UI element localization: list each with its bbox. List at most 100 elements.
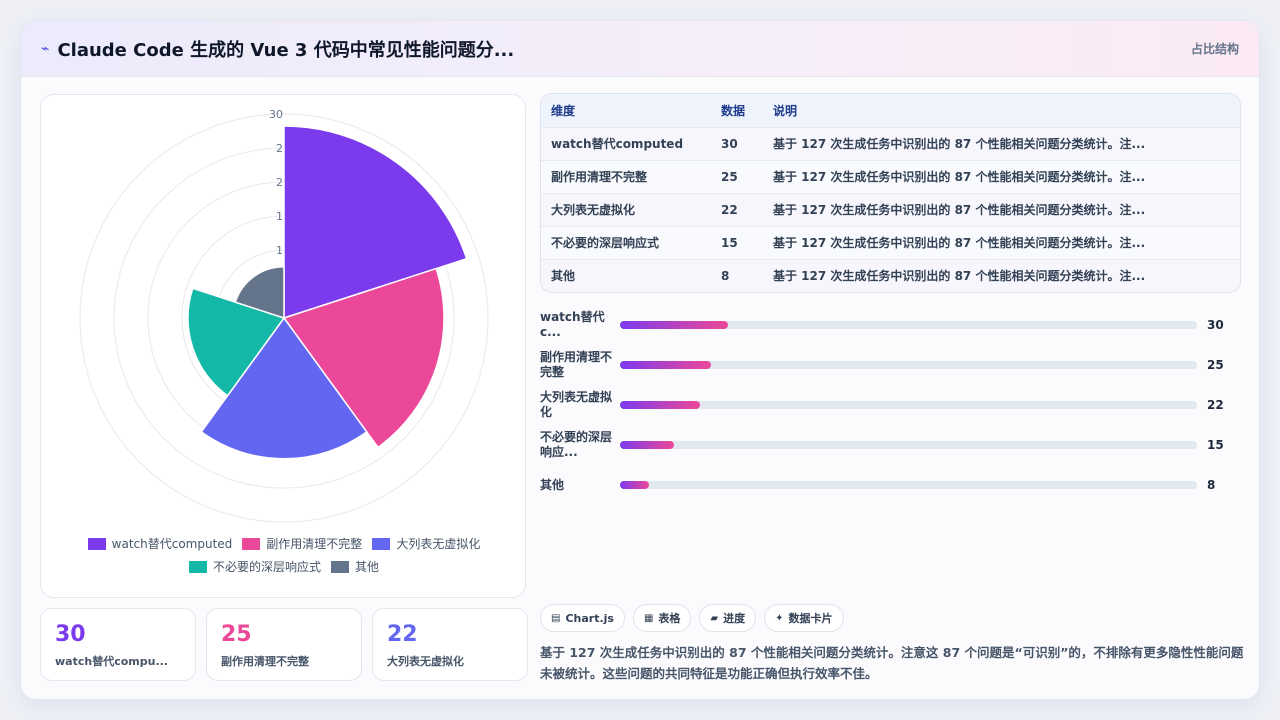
- polar-tick-label: 30: [269, 108, 283, 121]
- title-wrap: ⌁ Claude Code 生成的 Vue 3 代码中常见性能问题分...: [41, 36, 514, 62]
- polar-chart-panel: 5 1 1 2 2 30 watch替代computed 副作用清理不完整 大列表无虚拟化不必…: [40, 94, 526, 598]
- stat-label: 大列表无虚拟化: [387, 655, 464, 668]
- table-cell-note: 基于 127 次生成任务中识别出的 87 个性能相关问题分类统计。注...: [763, 258, 1240, 292]
- progress-icon: ▰: [710, 612, 719, 624]
- table-cell-dimension: watch替代computed: [541, 126, 711, 160]
- table-cell-note: 基于 127 次生成任务中识别出的 87 个性能相关问题分类统计。注...: [763, 159, 1240, 193]
- progress-row: 大列表无虚拟化 22: [540, 385, 1240, 425]
- stat-cards: 30 watch替代compu... 25 副作用清理不完整 22 大列表无虚拟化: [40, 608, 528, 681]
- table-cell-value: 15: [711, 225, 763, 259]
- view-tags: ▤ Chart.js ▦ 表格 ▰ 进度 ✦ 数据卡片: [540, 604, 844, 632]
- progress-row: 副作用清理不完整 25: [540, 345, 1240, 385]
- table-header-row: 维度 数据 说明: [541, 94, 1240, 127]
- chart-legend: watch替代computed 副作用清理不完整 大列表无虚拟化不必要的深层响应式 其…: [41, 535, 527, 575]
- progress-row: 不必要的深层响应... 15: [540, 425, 1240, 465]
- description-text: 基于 127 次生成任务中识别出的 87 个性能相关问题分类统计。注意这 87 …: [540, 645, 1244, 681]
- legend-label: 副作用清理不完整: [266, 537, 363, 551]
- table-cell-note: 基于 127 次生成任务中识别出的 87 个性能相关问题分类统计。注...: [763, 126, 1240, 160]
- legend-item[interactable]: 不必要的深层响应式: [188, 558, 321, 575]
- polar-tick-label: 1: [276, 210, 283, 223]
- legend-swatch: [87, 537, 106, 550]
- progress-value: 30: [1207, 318, 1224, 332]
- progress-label: 副作用清理不完整: [540, 350, 613, 379]
- progress-fill: [620, 321, 729, 329]
- table-cell-value: 22: [711, 192, 763, 226]
- table-cell-value: 25: [711, 159, 763, 193]
- legend-label: 大列表无虚拟化: [396, 537, 481, 551]
- progress-row: watch替代c... 30: [540, 305, 1240, 345]
- progress-label: watch替代c...: [540, 310, 605, 339]
- view-tag[interactable]: ✦ 数据卡片: [764, 604, 844, 632]
- table-cell-dimension: 其他: [541, 258, 711, 292]
- legend-label: 不必要的深层响应式: [212, 560, 321, 574]
- polar-tick-label: 5: [276, 278, 283, 291]
- legend-item[interactable]: 副作用清理不完整: [242, 535, 362, 552]
- view-tag[interactable]: ▤ Chart.js: [540, 604, 625, 632]
- progress-track: [620, 441, 1197, 449]
- polar-tick-label: 2: [276, 142, 283, 155]
- stat-card: 22 大列表无虚拟化: [372, 608, 528, 681]
- progress-track: [620, 401, 1197, 409]
- stat-value: 30: [55, 622, 86, 647]
- progress-value: 25: [1207, 358, 1224, 372]
- table-row: 不必要的深层响应式 15 基于 127 次生成任务中识别出的 87 个性能相关问题分…: [541, 225, 1240, 259]
- polar-area-chart: 5 1 1 2 2 30: [79, 108, 489, 523]
- progress-fill: [620, 401, 700, 409]
- lightning-icon: ⌁: [41, 40, 50, 57]
- chart-type-tag: 占比结构: [1190, 42, 1239, 56]
- table-row: 大列表无虚拟化 22 基于 127 次生成任务中识别出的 87 个性能相关问题分类统…: [541, 192, 1240, 226]
- legend-item[interactable]: 其他: [331, 558, 379, 575]
- legend-swatch: [372, 537, 391, 550]
- view-tag-label: 进度: [723, 612, 746, 625]
- table-cell-value: 8: [711, 258, 763, 292]
- page-title: Claude Code 生成的 Vue 3 代码中常见性能问题分...: [57, 39, 515, 61]
- stat-value: 25: [221, 622, 252, 647]
- stat-label: 副作用清理不完整: [221, 655, 309, 668]
- progress-label: 大列表无虚拟化: [540, 390, 613, 419]
- table-header-note: 说明: [763, 94, 1240, 127]
- sparkle-icon: ✦: [775, 612, 784, 624]
- table-cell-value: 30: [711, 126, 763, 160]
- table-row: 副作用清理不完整 25 基于 127 次生成任务中识别出的 87 个性能相关问题分类…: [541, 159, 1240, 193]
- progress-row: 其他 8: [540, 465, 1240, 505]
- chart-icon: ▤: [551, 612, 561, 624]
- progress-fill: [620, 441, 675, 449]
- table-header-dimension: 维度: [541, 94, 711, 127]
- stat-label: watch替代compu...: [55, 655, 168, 668]
- table-row: watch替代computed 30 基于 127 次生成任务中识别出的 87 个性…: [541, 126, 1240, 160]
- polar-tick-label: 1: [276, 244, 283, 257]
- table-cell-dimension: 大列表无虚拟化: [541, 192, 711, 226]
- stat-card: 25 副作用清理不完整: [206, 608, 362, 681]
- card-header: ⌁ Claude Code 生成的 Vue 3 代码中常见性能问题分... 占比…: [21, 21, 1259, 77]
- progress-track: [620, 481, 1197, 489]
- progress-label: 不必要的深层响应...: [540, 430, 613, 459]
- view-tag-label: 表格: [658, 612, 681, 625]
- table-cell-dimension: 不必要的深层响应式: [541, 225, 711, 259]
- stat-card: 30 watch替代compu...: [40, 608, 196, 681]
- legend-label: watch替代computed: [111, 537, 233, 551]
- legend-label: 其他: [355, 560, 380, 574]
- progress-fill: [620, 361, 711, 369]
- view-tag[interactable]: ▦ 表格: [632, 604, 692, 632]
- progress-bars: watch替代c... 30 副作用清理不完整 25 大列表无虚拟化 22 不必要的深层响应…: [540, 305, 1240, 505]
- legend-item[interactable]: 大列表无虚拟化: [372, 535, 480, 552]
- view-tag-label: 数据卡片: [788, 612, 833, 625]
- table-cell-note: 基于 127 次生成任务中识别出的 87 个性能相关问题分类统计。注...: [763, 225, 1240, 259]
- dashboard-card: ⌁ Claude Code 生成的 Vue 3 代码中常见性能问题分... 占比…: [20, 20, 1260, 700]
- progress-value: 22: [1207, 398, 1224, 412]
- table-header-value: 数据: [711, 94, 763, 127]
- progress-track: [620, 321, 1197, 329]
- table-cell-dimension: 副作用清理不完整: [541, 159, 711, 193]
- progress-track: [620, 361, 1197, 369]
- stat-value: 22: [387, 622, 418, 647]
- legend-swatch: [188, 560, 207, 573]
- table-row: 其他 8 基于 127 次生成任务中识别出的 87 个性能相关问题分类统计。注...: [541, 258, 1240, 292]
- table-cell-note: 基于 127 次生成任务中识别出的 87 个性能相关问题分类统计。注...: [763, 192, 1240, 226]
- progress-fill: [620, 481, 649, 489]
- legend-item[interactable]: watch替代computed: [87, 535, 233, 552]
- view-tag[interactable]: ▰ 进度: [699, 604, 757, 632]
- polar-tick-label: 2: [276, 176, 283, 189]
- progress-value: 8: [1207, 478, 1216, 492]
- view-tag-label: Chart.js: [565, 611, 614, 625]
- legend-swatch: [331, 560, 349, 573]
